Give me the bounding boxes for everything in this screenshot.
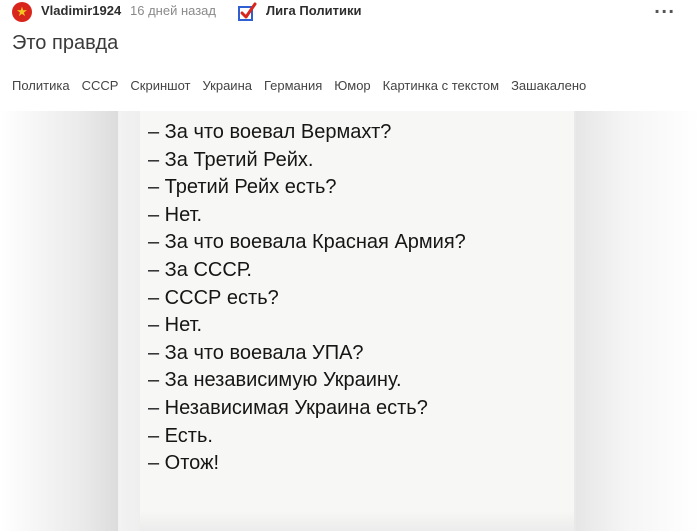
image-right-shadow	[576, 111, 700, 531]
tag-germany[interactable]: Германия	[264, 78, 322, 93]
image-text-line: – Есть.	[148, 424, 213, 447]
tag-humor[interactable]: Юмор	[334, 78, 370, 93]
post-title[interactable]: Это правда	[12, 32, 118, 55]
image-text-line: – За независимую Украину.	[148, 369, 402, 392]
more-options-icon[interactable]: ···	[654, 2, 675, 21]
image-text-line: – Нет.	[148, 203, 203, 226]
tag-screenshot[interactable]: Скриншот	[130, 78, 190, 93]
post-time: 16 дней назад	[130, 3, 216, 18]
image-text-lines: – За что воевал Вермахт? – За Третий Рей…	[148, 119, 466, 478]
post-header: ★ Vladimir1924 16 дней назад Лига Полити…	[0, 0, 700, 26]
community-link[interactable]: Лига Политики	[266, 3, 361, 18]
image-text-line: – За что воевала УПА?	[148, 341, 364, 364]
image-text-line: – Отож!	[148, 452, 220, 475]
image-text-line: – За СССР.	[148, 258, 252, 281]
tag-list: Политика СССР Скриншот Украина Германия …	[12, 78, 598, 93]
image-left-shadow	[0, 111, 118, 531]
image-text-line: – За что воевала Красная Армия?	[148, 231, 466, 254]
author-name[interactable]: Vladimir1924	[41, 3, 121, 18]
post-image[interactable]: – За что воевал Вермахт? – За Третий Рей…	[0, 111, 700, 531]
tag-ukraine[interactable]: Украина	[202, 78, 252, 93]
image-text-line: – Нет.	[148, 314, 203, 337]
image-text-line: – Независимая Украина есть?	[148, 396, 428, 419]
tag-low-quality[interactable]: Зашакалено	[511, 78, 586, 93]
avatar[interactable]: ★	[12, 2, 32, 22]
checkbox-tick-icon[interactable]	[236, 1, 258, 23]
red-star-avatar-icon: ★	[16, 4, 28, 20]
tag-politics[interactable]: Политика	[12, 78, 70, 93]
image-text-line: – СССР есть?	[148, 286, 279, 309]
image-text-line: – За что воевал Вермахт?	[148, 121, 392, 143]
image-text-line: – Третий Рейх есть?	[148, 176, 337, 199]
tag-picture-with-text[interactable]: Картинка с текстом	[383, 78, 499, 93]
tag-ussr[interactable]: СССР	[82, 78, 119, 93]
image-text-line: – За Третий Рейх.	[148, 148, 314, 171]
image-bottom-edge	[140, 511, 574, 531]
